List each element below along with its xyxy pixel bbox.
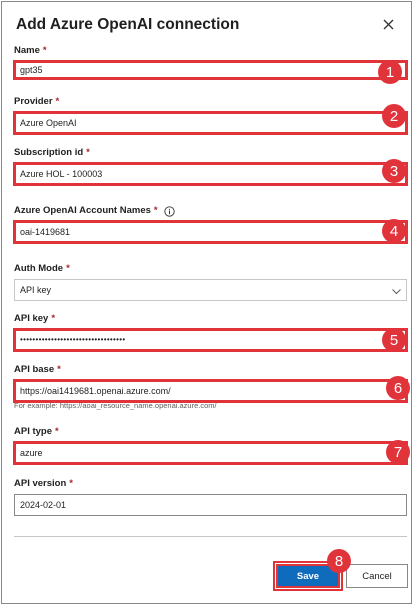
name-field-group: Name * gpt35 bbox=[13, 44, 408, 80]
required-marker: * bbox=[153, 205, 158, 216]
provider-label: Provider bbox=[14, 96, 53, 107]
dialog-title: Add Azure OpenAI connection bbox=[16, 16, 240, 33]
account-names-input[interactable]: oai-1419681 bbox=[13, 220, 408, 244]
api-version-label: API version bbox=[14, 478, 67, 489]
auth-mode-field-group: Auth Mode * API key bbox=[14, 262, 407, 301]
callout-badge-7: 7 bbox=[386, 440, 410, 464]
auth-mode-value: API key bbox=[20, 285, 52, 295]
api-base-input[interactable]: https://oai1419681.openai.azure.com/ bbox=[13, 379, 408, 403]
required-marker: * bbox=[42, 45, 47, 56]
provider-input[interactable]: Azure OpenAI bbox=[13, 111, 408, 135]
api-key-input[interactable]: •••••••••••••••••••••••••••••••••• bbox=[13, 328, 408, 352]
required-marker: * bbox=[57, 364, 61, 375]
chevron-down-icon bbox=[391, 284, 402, 300]
subscription-field-group: Subscription id * Azure HOL - 100003 bbox=[13, 146, 408, 186]
api-key-label: API key bbox=[14, 313, 49, 324]
api-type-label: API type bbox=[14, 426, 53, 437]
auth-mode-label: Auth Mode bbox=[14, 263, 64, 274]
callout-badge-8: 8 bbox=[327, 549, 351, 573]
account-field-group: Azure OpenAI Account Names * oai-1419681 bbox=[13, 204, 408, 244]
auth-mode-dropdown[interactable]: API key bbox=[14, 279, 407, 301]
api-type-field-group: API type * azure bbox=[13, 425, 408, 465]
name-input[interactable]: gpt35 bbox=[13, 60, 408, 80]
required-marker: * bbox=[55, 426, 59, 437]
callout-badge-3: 3 bbox=[382, 159, 406, 183]
required-marker: * bbox=[66, 263, 70, 274]
api-base-hint: For example: https://aoai_resource_name.… bbox=[14, 401, 217, 410]
required-marker: * bbox=[69, 478, 73, 489]
close-icon[interactable] bbox=[379, 15, 397, 33]
api-base-field-group: API base * https://oai1419681.openai.azur… bbox=[13, 363, 408, 410]
api-key-field-group: API key * •••••••••••••••••••••••••••••••… bbox=[13, 312, 408, 352]
api-version-input[interactable]: 2024-02-01 bbox=[14, 494, 407, 516]
callout-badge-6: 6 bbox=[386, 376, 410, 400]
api-base-label: API base bbox=[14, 364, 55, 375]
provider-field-group: Provider * Azure OpenAI bbox=[13, 95, 408, 135]
info-icon[interactable] bbox=[163, 205, 175, 217]
api-version-field-group: API version * 2024-02-01 bbox=[14, 477, 407, 516]
required-marker: * bbox=[86, 147, 90, 158]
account-label: Azure OpenAI Account Names bbox=[14, 205, 151, 216]
callout-badge-2: 2 bbox=[382, 104, 406, 128]
required-marker: * bbox=[55, 96, 60, 107]
name-label: Name bbox=[14, 45, 40, 56]
subscription-input[interactable]: Azure HOL - 100003 bbox=[13, 162, 408, 186]
callout-badge-1: 1 bbox=[378, 60, 402, 84]
subscription-label: Subscription id bbox=[14, 147, 84, 158]
callout-badge-5: 5 bbox=[382, 328, 406, 352]
footer-divider bbox=[14, 536, 407, 537]
callout-badge-4: 4 bbox=[382, 219, 406, 243]
api-type-input[interactable]: azure bbox=[13, 441, 408, 465]
cancel-button[interactable]: Cancel bbox=[346, 564, 408, 588]
required-marker: * bbox=[51, 313, 56, 324]
